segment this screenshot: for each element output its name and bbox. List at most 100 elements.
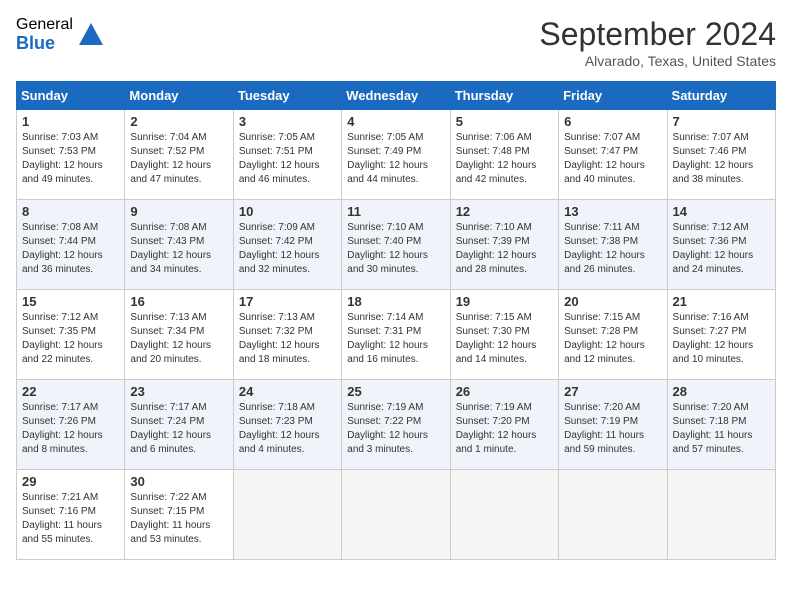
day-number: 17 xyxy=(239,294,336,309)
day-number: 6 xyxy=(564,114,661,129)
day-detail: Sunrise: 7:10 AMSunset: 7:40 PMDaylight:… xyxy=(347,221,444,277)
calendar-cell: 29 Sunrise: 7:21 AMSunset: 7:16 PMDayligh… xyxy=(17,470,125,560)
day-number: 3 xyxy=(239,114,336,129)
calendar-cell: 19 Sunrise: 7:15 AMSunset: 7:30 PMDayligh… xyxy=(450,290,558,380)
day-number: 13 xyxy=(564,204,661,219)
weekday-header: Tuesday xyxy=(233,82,341,110)
calendar-cell: 16 Sunrise: 7:13 AMSunset: 7:34 PMDayligh… xyxy=(125,290,233,380)
day-number: 15 xyxy=(22,294,119,309)
day-detail: Sunrise: 7:22 AMSunset: 7:15 PMDaylight:… xyxy=(130,491,227,547)
calendar-cell: 25 Sunrise: 7:19 AMSunset: 7:22 PMDayligh… xyxy=(342,380,450,470)
day-detail: Sunrise: 7:05 AMSunset: 7:51 PMDaylight:… xyxy=(239,131,336,187)
day-number: 21 xyxy=(673,294,770,309)
day-detail: Sunrise: 7:13 AMSunset: 7:32 PMDaylight:… xyxy=(239,311,336,367)
logo-icon xyxy=(77,21,105,49)
calendar-cell: 14 Sunrise: 7:12 AMSunset: 7:36 PMDayligh… xyxy=(667,200,775,290)
day-number: 9 xyxy=(130,204,227,219)
day-number: 12 xyxy=(456,204,553,219)
day-detail: Sunrise: 7:21 AMSunset: 7:16 PMDaylight:… xyxy=(22,491,119,547)
calendar-week-row: 8 Sunrise: 7:08 AMSunset: 7:44 PMDaylight… xyxy=(17,200,776,290)
day-detail: Sunrise: 7:18 AMSunset: 7:23 PMDaylight:… xyxy=(239,401,336,457)
calendar-body: 1 Sunrise: 7:03 AMSunset: 7:53 PMDaylight… xyxy=(17,110,776,560)
weekday-header: Friday xyxy=(559,82,667,110)
page-header: General Blue September 2024 Alvarado, Te… xyxy=(16,16,776,69)
day-detail: Sunrise: 7:19 AMSunset: 7:20 PMDaylight:… xyxy=(456,401,553,457)
calendar-week-row: 29 Sunrise: 7:21 AMSunset: 7:16 PMDayligh… xyxy=(17,470,776,560)
day-detail: Sunrise: 7:07 AMSunset: 7:46 PMDaylight:… xyxy=(673,131,770,187)
day-number: 25 xyxy=(347,384,444,399)
day-number: 11 xyxy=(347,204,444,219)
day-detail: Sunrise: 7:15 AMSunset: 7:28 PMDaylight:… xyxy=(564,311,661,367)
location: Alvarado, Texas, United States xyxy=(539,53,776,69)
weekday-header-row: SundayMondayTuesdayWednesdayThursdayFrid… xyxy=(17,82,776,110)
day-detail: Sunrise: 7:10 AMSunset: 7:39 PMDaylight:… xyxy=(456,221,553,277)
calendar-cell: 4Sunrise: 7:05 AMSunset: 7:49 PMDaylight… xyxy=(342,110,450,200)
calendar-cell: 12 Sunrise: 7:10 AMSunset: 7:39 PMDayligh… xyxy=(450,200,558,290)
day-detail: Sunrise: 7:07 AMSunset: 7:47 PMDaylight:… xyxy=(564,131,661,187)
day-number: 16 xyxy=(130,294,227,309)
weekday-header: Sunday xyxy=(17,82,125,110)
day-detail: Sunrise: 7:08 AMSunset: 7:44 PMDaylight:… xyxy=(22,221,119,277)
calendar-cell: 1 Sunrise: 7:03 AMSunset: 7:53 PMDaylight… xyxy=(17,110,125,200)
day-detail: Sunrise: 7:17 AMSunset: 7:24 PMDaylight:… xyxy=(130,401,227,457)
calendar-cell xyxy=(342,470,450,560)
calendar-cell: 11 Sunrise: 7:10 AMSunset: 7:40 PMDayligh… xyxy=(342,200,450,290)
day-detail: Sunrise: 7:20 AMSunset: 7:18 PMDaylight:… xyxy=(673,401,770,457)
calendar-cell: 27Sunrise: 7:20 AMSunset: 7:19 PMDayligh… xyxy=(559,380,667,470)
calendar-cell: 13 Sunrise: 7:11 AMSunset: 7:38 PMDayligh… xyxy=(559,200,667,290)
calendar-cell: 22 Sunrise: 7:17 AMSunset: 7:26 PMDayligh… xyxy=(17,380,125,470)
calendar-cell: 10Sunrise: 7:09 AMSunset: 7:42 PMDayligh… xyxy=(233,200,341,290)
day-number: 8 xyxy=(22,204,119,219)
title-section: September 2024 Alvarado, Texas, United S… xyxy=(539,16,776,69)
day-detail: Sunrise: 7:11 AMSunset: 7:38 PMDaylight:… xyxy=(564,221,661,277)
calendar-cell: 30 Sunrise: 7:22 AMSunset: 7:15 PMDayligh… xyxy=(125,470,233,560)
day-detail: Sunrise: 7:05 AMSunset: 7:49 PMDaylight:… xyxy=(347,131,444,187)
weekday-header: Thursday xyxy=(450,82,558,110)
day-number: 28 xyxy=(673,384,770,399)
day-number: 5 xyxy=(456,114,553,129)
weekday-header: Monday xyxy=(125,82,233,110)
calendar-cell: 2Sunrise: 7:04 AMSunset: 7:52 PMDaylight… xyxy=(125,110,233,200)
calendar-cell: 21 Sunrise: 7:16 AMSunset: 7:27 PMDayligh… xyxy=(667,290,775,380)
calendar-cell: 3 Sunrise: 7:05 AMSunset: 7:51 PMDaylight… xyxy=(233,110,341,200)
calendar-cell: 9Sunrise: 7:08 AMSunset: 7:43 PMDaylight… xyxy=(125,200,233,290)
day-number: 14 xyxy=(673,204,770,219)
calendar-cell: 5 Sunrise: 7:06 AMSunset: 7:48 PMDaylight… xyxy=(450,110,558,200)
calendar-week-row: 1 Sunrise: 7:03 AMSunset: 7:53 PMDaylight… xyxy=(17,110,776,200)
day-detail: Sunrise: 7:12 AMSunset: 7:35 PMDaylight:… xyxy=(22,311,119,367)
day-detail: Sunrise: 7:17 AMSunset: 7:26 PMDaylight:… xyxy=(22,401,119,457)
day-number: 29 xyxy=(22,474,119,489)
logo-blue: Blue xyxy=(16,34,73,54)
calendar-cell: 8 Sunrise: 7:08 AMSunset: 7:44 PMDaylight… xyxy=(17,200,125,290)
day-detail: Sunrise: 7:19 AMSunset: 7:22 PMDaylight:… xyxy=(347,401,444,457)
calendar-cell: 17 Sunrise: 7:13 AMSunset: 7:32 PMDayligh… xyxy=(233,290,341,380)
calendar-table: SundayMondayTuesdayWednesdayThursdayFrid… xyxy=(16,81,776,560)
day-detail: Sunrise: 7:06 AMSunset: 7:48 PMDaylight:… xyxy=(456,131,553,187)
day-detail: Sunrise: 7:03 AMSunset: 7:53 PMDaylight:… xyxy=(22,131,119,187)
day-number: 30 xyxy=(130,474,227,489)
day-detail: Sunrise: 7:14 AMSunset: 7:31 PMDaylight:… xyxy=(347,311,444,367)
calendar-cell xyxy=(559,470,667,560)
logo: General Blue xyxy=(16,16,105,53)
day-detail: Sunrise: 7:15 AMSunset: 7:30 PMDaylight:… xyxy=(456,311,553,367)
day-number: 22 xyxy=(22,384,119,399)
calendar-cell xyxy=(667,470,775,560)
logo-text: General Blue xyxy=(16,16,73,53)
calendar-cell: 6 Sunrise: 7:07 AMSunset: 7:47 PMDaylight… xyxy=(559,110,667,200)
day-number: 19 xyxy=(456,294,553,309)
day-detail: Sunrise: 7:13 AMSunset: 7:34 PMDaylight:… xyxy=(130,311,227,367)
month-title: September 2024 xyxy=(539,16,776,53)
day-number: 23 xyxy=(130,384,227,399)
logo-general: General xyxy=(16,16,73,34)
calendar-cell: 26Sunrise: 7:19 AMSunset: 7:20 PMDayligh… xyxy=(450,380,558,470)
day-detail: Sunrise: 7:16 AMSunset: 7:27 PMDaylight:… xyxy=(673,311,770,367)
calendar-week-row: 22 Sunrise: 7:17 AMSunset: 7:26 PMDayligh… xyxy=(17,380,776,470)
calendar-cell: 15 Sunrise: 7:12 AMSunset: 7:35 PMDayligh… xyxy=(17,290,125,380)
calendar-cell: 18Sunrise: 7:14 AMSunset: 7:31 PMDayligh… xyxy=(342,290,450,380)
day-detail: Sunrise: 7:12 AMSunset: 7:36 PMDaylight:… xyxy=(673,221,770,277)
day-detail: Sunrise: 7:20 AMSunset: 7:19 PMDaylight:… xyxy=(564,401,661,457)
day-number: 1 xyxy=(22,114,119,129)
calendar-cell: 28 Sunrise: 7:20 AMSunset: 7:18 PMDayligh… xyxy=(667,380,775,470)
day-number: 20 xyxy=(564,294,661,309)
calendar-cell xyxy=(450,470,558,560)
